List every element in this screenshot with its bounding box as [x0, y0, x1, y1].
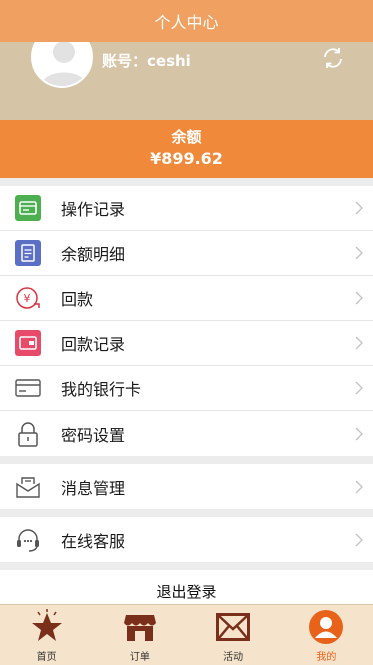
repayment-icon: ¥: [15, 285, 41, 311]
chevron-right-icon: [355, 336, 363, 350]
shop-icon: [122, 609, 158, 645]
balance-panel: 余额 ¥899.62: [0, 120, 373, 178]
headset-icon: [15, 527, 41, 553]
menu-item-balance-detail[interactable]: 余额明细: [0, 231, 373, 276]
profile-banner: 账号：ceshi: [0, 26, 373, 120]
chevron-right-icon: [355, 201, 363, 215]
menu-item-message-management[interactable]: 消息管理: [0, 464, 373, 509]
balance-detail-icon: [15, 240, 41, 266]
menu-item-online-service[interactable]: 在线客服: [0, 517, 373, 562]
menu-label: 余额明细: [61, 245, 126, 264]
lock-icon: [15, 421, 41, 447]
bottom-tab-bar: 首页 订单 活动 我的: [0, 604, 373, 665]
menu-group-service: 在线客服: [0, 517, 373, 562]
operation-record-icon: [15, 195, 41, 221]
tab-home[interactable]: 首页: [0, 605, 93, 665]
chevron-right-icon: [355, 427, 363, 440]
menu-item-password-settings[interactable]: 密码设置: [0, 411, 373, 456]
chevron-right-icon: [355, 381, 363, 395]
balance-label: 余额: [171, 128, 202, 146]
chevron-right-icon: [355, 291, 363, 305]
message-icon: [15, 474, 41, 500]
menu-label: 我的银行卡: [61, 380, 142, 399]
logout-label: 退出登录: [156, 583, 217, 601]
user-icon: [308, 609, 344, 645]
menu-label: 消息管理: [61, 478, 126, 498]
repayment-record-icon: [15, 330, 41, 356]
tab-label: 首页: [36, 652, 57, 663]
top-header: 个人中心: [0, 0, 373, 42]
menu-label: 操作记录: [61, 200, 126, 219]
account-name: 账号：ceshi: [102, 52, 191, 70]
bank-card-icon: [15, 375, 41, 401]
tab-label: 我的: [316, 652, 337, 663]
menu-label: 回款: [61, 290, 94, 309]
tab-orders[interactable]: 订单: [93, 605, 186, 665]
menu-label: 密码设置: [61, 425, 126, 445]
tab-label: 订单: [129, 652, 150, 663]
svg-text:¥: ¥: [24, 292, 31, 305]
logout-button[interactable]: 退出登录: [0, 570, 373, 604]
chevron-right-icon: [355, 533, 363, 546]
tab-mine[interactable]: 我的: [280, 605, 373, 665]
balance-amount: ¥899.62: [150, 149, 223, 168]
menu-item-repayment[interactable]: ¥ 回款: [0, 276, 373, 321]
menu-group-account: 操作记录 余额明细 ¥ 回款 回款记录 我的银行卡 密码设置: [0, 186, 373, 456]
menu-item-bank-card[interactable]: 我的银行卡: [0, 366, 373, 411]
home-star-icon: [29, 609, 65, 645]
tab-activities[interactable]: 活动: [187, 605, 280, 665]
chevron-right-icon: [355, 480, 363, 493]
menu-label: 回款记录: [61, 335, 126, 354]
chevron-right-icon: [355, 246, 363, 260]
menu-item-operation-record[interactable]: 操作记录: [0, 186, 373, 231]
mail-icon: [215, 609, 251, 645]
menu-label: 在线客服: [61, 531, 126, 551]
tab-label: 活动: [223, 652, 244, 663]
page-title: 个人中心: [154, 13, 219, 32]
refresh-icon[interactable]: [321, 46, 345, 70]
menu-group-messages: 消息管理: [0, 464, 373, 509]
menu-item-repayment-record[interactable]: 回款记录: [0, 321, 373, 366]
